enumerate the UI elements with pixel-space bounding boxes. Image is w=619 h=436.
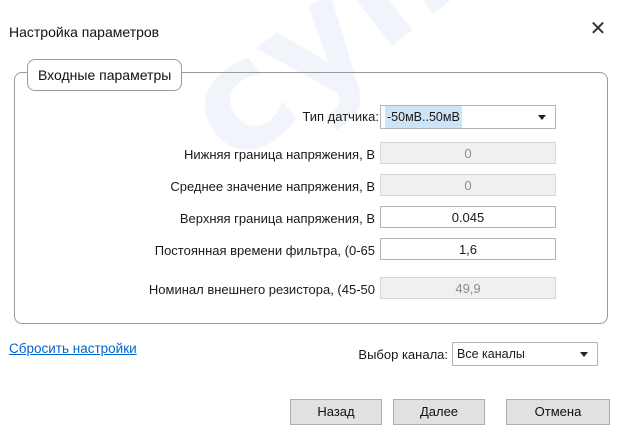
lower-voltage-field: 0 xyxy=(380,142,556,164)
upper-voltage-label: Верхняя граница напряжения, В xyxy=(179,211,375,226)
channel-label: Выбор канала: xyxy=(358,347,448,362)
back-button[interactable]: Назад xyxy=(290,399,382,425)
reset-settings-link[interactable]: Сбросить настройки xyxy=(9,341,137,356)
mean-voltage-label: Среднее значение напряжения, В xyxy=(170,179,375,194)
filter-time-label: Постоянная времени фильтра, (0-65 xyxy=(154,243,375,258)
channel-value: Все каналы xyxy=(457,347,525,361)
channel-select[interactable]: Все каналы xyxy=(452,342,598,366)
external-resistor-label: Номинал внешнего резистора, (45-50 xyxy=(148,282,375,297)
sensor-type-label: Тип датчика: xyxy=(302,109,379,124)
filter-time-field[interactable]: 1,6 xyxy=(380,238,556,260)
dialog-title: Настройка параметров xyxy=(9,24,160,40)
close-icon[interactable]: ✕ xyxy=(587,18,609,40)
cancel-button[interactable]: Отмена xyxy=(506,399,610,425)
sensor-type-select[interactable]: -50мВ..50мВ xyxy=(380,105,556,129)
settings-dialog: супер Настройка параметров ✕ Входные пар… xyxy=(0,0,619,436)
chevron-down-icon xyxy=(538,115,546,120)
next-button[interactable]: Далее xyxy=(393,399,485,425)
group-label: Входные параметры xyxy=(27,59,183,91)
chevron-down-icon xyxy=(580,352,588,357)
upper-voltage-field[interactable]: 0.045 xyxy=(380,206,556,228)
lower-voltage-label: Нижняя граница напряжения, В xyxy=(183,147,375,162)
external-resistor-field: 49,9 xyxy=(380,277,556,299)
mean-voltage-field: 0 xyxy=(380,174,556,196)
sensor-type-value: -50мВ..50мВ xyxy=(385,106,462,128)
